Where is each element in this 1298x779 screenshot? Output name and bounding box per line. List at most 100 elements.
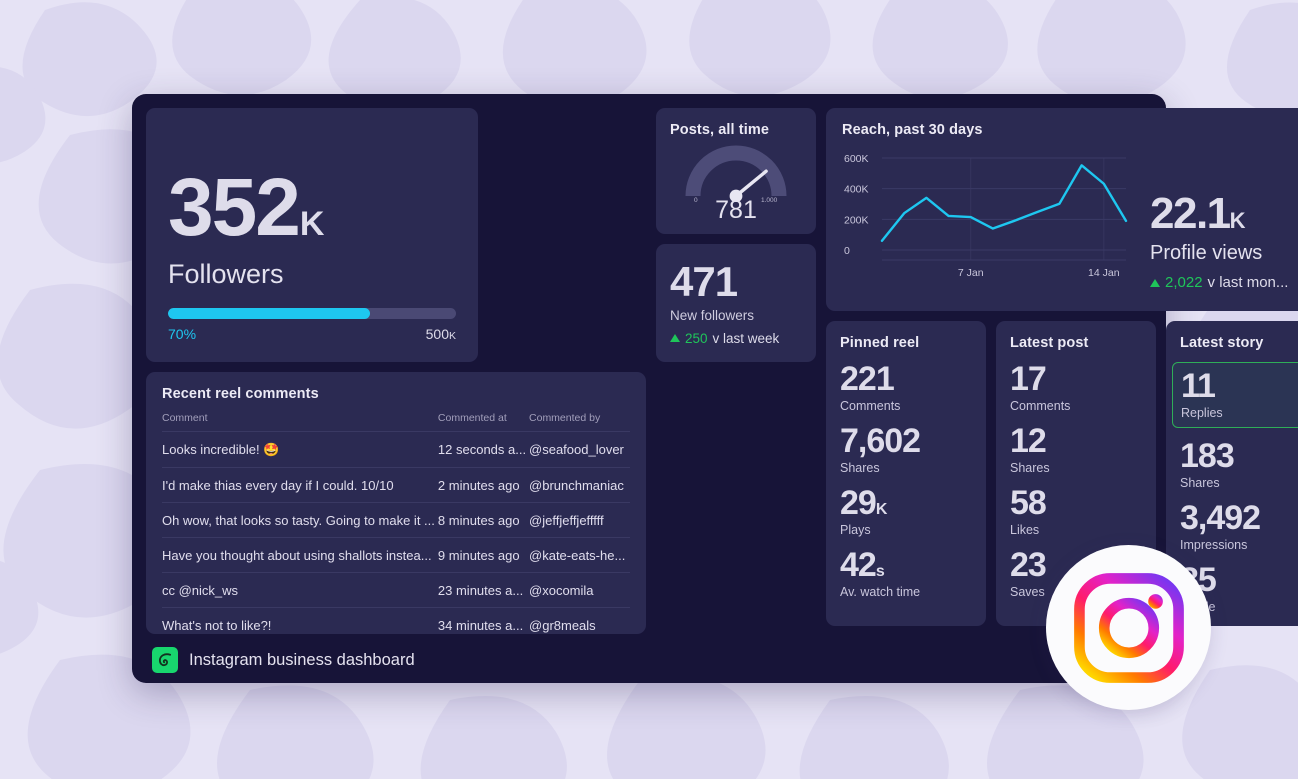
comment-cell: Looks incredible! 🤩 — [162, 431, 438, 468]
metric-card-title: Latest post — [1010, 335, 1089, 351]
commented-at-cell: 2 minutes ago — [437, 467, 530, 503]
metric-value: 42s — [840, 546, 885, 584]
table-row[interactable]: Have you thought about using shallots in… — [162, 537, 630, 573]
commented-at-cell: 34 minutes a... — [437, 607, 530, 642]
progress-percent: 70% — [168, 326, 197, 342]
followers-card[interactable]: 352K Followers 70% 500K — [146, 108, 478, 362]
table-row[interactable]: What's not to like?! 34 minutes a... @gr8m… — [162, 607, 630, 642]
metric[interactable]: 3,492 Impressions — [1180, 501, 1298, 552]
reach-card[interactable]: Reach, past 30 days 0 200K 400K 600K 7 Jan 14… — [826, 108, 1298, 311]
table-row[interactable]: cc @nick_ws 23 minutes a... @xocomila — [162, 572, 630, 608]
commented-at-cell: 12 seconds a... — [437, 431, 530, 468]
column-right: Reach, past 30 days 0 200K 400K 600K 7 Jan 14… — [826, 108, 1298, 634]
posts-gauge-value: 781 — [715, 196, 757, 224]
instagram-logo-icon — [1073, 572, 1184, 683]
posts-all-time-card[interactable]: Posts, all time 0 1,000 781 — [656, 108, 816, 234]
metric-value: 7,602 — [840, 422, 921, 460]
metric[interactable]: 17 Comments — [1010, 362, 1142, 413]
progress-fill — [168, 308, 370, 319]
instagram-logo-badge — [1046, 545, 1211, 710]
metric[interactable]: 183 Shares — [1180, 439, 1298, 490]
comment-cell: Oh wow, that looks so tasty. Going to ma… — [162, 502, 438, 538]
profile-views-delta-value: 2,022 — [1165, 274, 1203, 291]
reach-chart[interactable]: 0 200K 400K 600K 7 Jan 14 Jan — [842, 152, 1132, 291]
recent-comments-title: Recent reel comments — [162, 386, 319, 402]
comment-cell: cc @nick_ws — [162, 572, 438, 608]
metric[interactable]: 29K Plays — [840, 486, 972, 537]
metric-value-suffix: s — [875, 563, 885, 580]
new-followers-card[interactable]: 471 New followers 250 v last week — [656, 244, 816, 362]
metric-highlighted[interactable]: 11 Replies — [1172, 362, 1298, 428]
metric-value: 221 — [840, 360, 895, 398]
recent-comments-card: Recent reel comments Comment Commented a… — [146, 372, 646, 642]
arrow-up-icon — [1150, 278, 1160, 287]
followers-value-number: 352 — [168, 162, 301, 253]
metric-label: Shares — [1180, 476, 1220, 490]
metric-card-title: Latest story — [1180, 335, 1264, 351]
metric-value: 29K — [840, 484, 888, 522]
comments-body: Looks incredible! 🤩 12 seconds a... @seafo… — [162, 431, 630, 642]
profile-views-label: Profile views — [1150, 242, 1263, 264]
geckoboard-logo-icon — [152, 647, 178, 673]
new-followers-value: 471 — [670, 257, 738, 305]
reach-line-chart: 0 200K 400K 600K 7 Jan 14 Jan — [844, 153, 1128, 279]
progress-track — [168, 308, 456, 319]
column-middle: Posts, all time 0 1,000 781 471 New foll… — [656, 108, 816, 634]
metric[interactable]: 221 Comments — [840, 362, 972, 413]
comments-header-row: Comment Commented at Commented by — [162, 412, 630, 432]
x-axis-tick-label: 7 Jan — [958, 267, 984, 279]
metric-label: Shares — [840, 461, 880, 475]
profile-views-block: 22.1K Profile views 2,022 v last mon... — [1150, 152, 1288, 291]
new-followers-delta: 250 v last week — [670, 331, 802, 346]
metric-value: 3,492 — [1180, 499, 1261, 537]
metric[interactable]: 7,602 Shares — [840, 424, 972, 475]
footer-text: Instagram business dashboard — [189, 650, 415, 669]
y-axis-tick-label: 600K — [844, 153, 869, 165]
followers-value: 352K — [168, 167, 456, 249]
column-header-commented-at: Commented at — [437, 412, 507, 424]
commented-by-cell: @xocomila — [529, 572, 630, 608]
posts-gauge: 0 1,000 781 — [670, 140, 802, 225]
metric-label: Shares — [1010, 461, 1050, 475]
y-axis-tick-label: 0 — [844, 245, 850, 257]
metric-card-title: Pinned reel — [840, 335, 920, 351]
progress-max: 500K — [425, 326, 456, 342]
metric-value: 17 — [1010, 360, 1047, 398]
table-row[interactable]: Oh wow, that looks so tasty. Going to ma… — [162, 502, 630, 538]
arrow-up-icon — [670, 334, 680, 342]
table-row[interactable]: Looks incredible! 🤩 12 seconds a... @seafo… — [162, 431, 630, 468]
metric-label: Replies — [1181, 406, 1223, 420]
metric-card-pinned-reel[interactable]: Pinned reel 221 Comments 7,602 Shares 29K Play… — [826, 321, 986, 626]
chart-line-series — [880, 164, 1128, 243]
comment-cell: Have you thought about using shallots in… — [162, 537, 438, 573]
metric[interactable]: 58 Likes — [1010, 486, 1142, 537]
metric-label: Av. watch time — [840, 585, 921, 599]
commented-at-cell: 8 minutes ago — [437, 502, 530, 538]
comments-table: Comment Commented at Commented by Looks … — [162, 412, 630, 642]
x-axis-tick-label: 14 Jan — [1088, 267, 1120, 279]
progress-legend: 70% 500K — [168, 326, 456, 342]
reach-title: Reach, past 30 days — [842, 122, 983, 138]
commented-at-cell: 23 minutes a... — [437, 572, 530, 608]
metric[interactable]: 12 Shares — [1010, 424, 1142, 475]
metric-label: Comments — [1010, 399, 1071, 413]
commented-by-cell: @jeffjeffjefffff — [529, 502, 630, 538]
comment-cell: I'd make thias every day if I could. 10/… — [162, 467, 438, 503]
profile-views-delta-suffix: v last mon... — [1207, 274, 1289, 291]
commented-at-cell: 9 minutes ago — [437, 537, 530, 573]
metric-value: 58 — [1010, 484, 1047, 522]
profile-views-delta: 2,022 v last mon... — [1150, 274, 1288, 291]
column-left: 352K Followers 70% 500K Recent reel comm… — [146, 108, 646, 642]
table-row[interactable]: I'd make thias every day if I could. 10/… — [162, 467, 630, 503]
metric[interactable]: 42s Av. watch time — [840, 548, 972, 599]
new-followers-delta-value: 250 — [685, 330, 708, 346]
metric-value: 11 — [1181, 367, 1216, 405]
metric-label: Comments — [840, 399, 901, 413]
dashboard-panel: 352K Followers 70% 500K Recent reel comm… — [132, 94, 1298, 683]
commented-by-cell: @gr8meals — [529, 607, 630, 642]
column-header-commented-by: Commented by — [529, 412, 601, 424]
metric-label: Impressions — [1180, 538, 1248, 552]
metric-value: 183 — [1180, 437, 1235, 475]
profile-views-value: 22.1K — [1150, 189, 1246, 238]
posts-card-title: Posts, all time — [670, 122, 770, 138]
